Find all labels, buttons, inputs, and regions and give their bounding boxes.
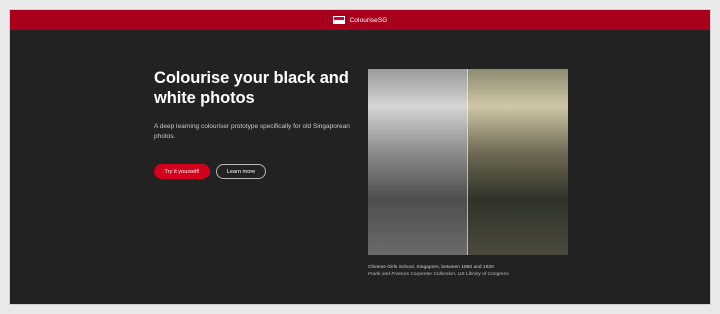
singapore-flag-icon — [332, 16, 345, 24]
before-after-photo[interactable] — [368, 69, 568, 255]
comparison-divider[interactable] — [467, 69, 468, 255]
hero-buttons: Try it yourself! Learn more — [154, 164, 360, 179]
hero-section: Colourise your black and white photos A … — [154, 68, 360, 179]
page-title: Colourise your black and white photos — [154, 69, 349, 107]
learn-more-button[interactable]: Learn more — [216, 164, 266, 179]
caption-credit: Frank and Frances Carpenter Collection, … — [368, 272, 510, 277]
caption-title: Chinese Girls School, Singapore, between… — [368, 265, 494, 270]
brand-name[interactable]: ColouriseSG — [350, 17, 388, 24]
browser-viewport: ColouriseSG Colourise your black and whi… — [9, 9, 711, 305]
try-it-yourself-button[interactable]: Try it yourself! — [154, 164, 210, 179]
black-and-white-photo-half — [368, 69, 468, 255]
top-nav-bar: ColouriseSG — [10, 10, 710, 30]
hero-subtitle: A deep learning colouriser prototype spe… — [154, 123, 350, 140]
colourised-photo-half — [468, 69, 568, 255]
photo-caption: Chinese Girls School, Singapore, between… — [368, 264, 578, 278]
